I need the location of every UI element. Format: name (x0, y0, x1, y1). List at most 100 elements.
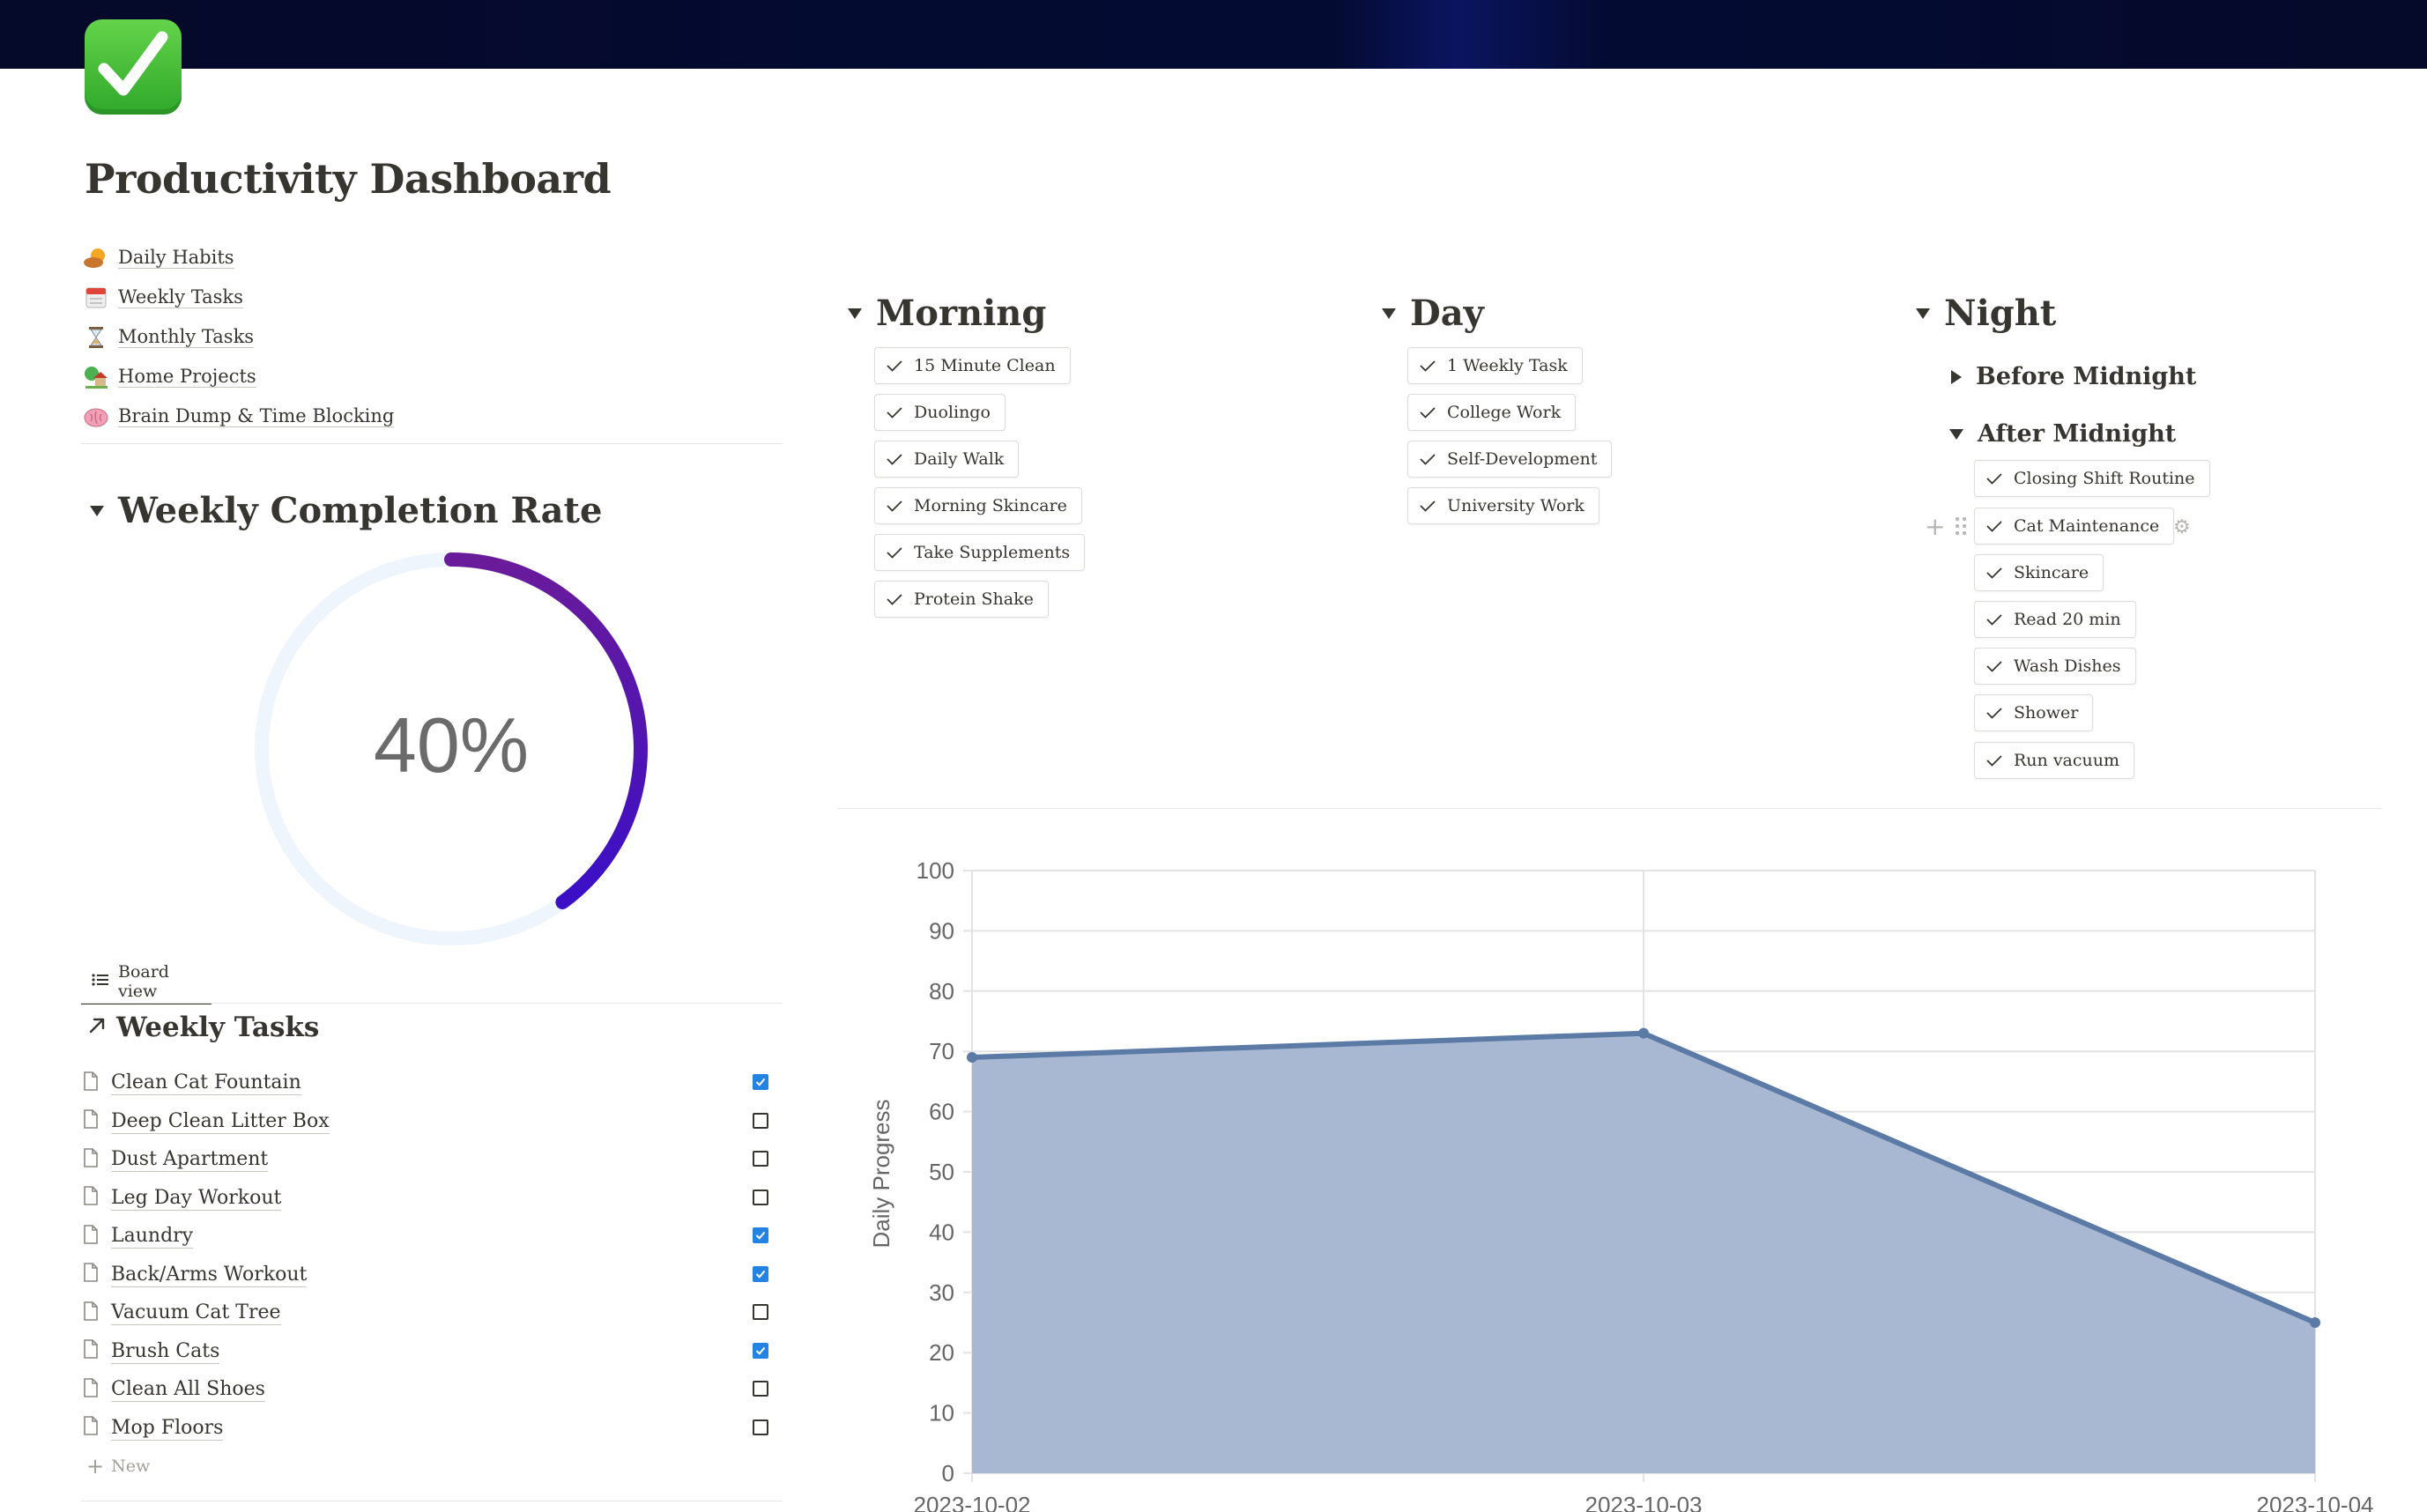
button-label: 1 Weekly Task (1447, 356, 1568, 375)
y-tick-label: 20 (929, 1339, 954, 1366)
habit-button[interactable]: Shower (1974, 694, 2094, 731)
task-checkbox[interactable] (753, 1227, 768, 1243)
button-label: Self-Development (1447, 449, 1598, 469)
list-item[interactable]: Clean Cat Fountain (83, 1064, 779, 1103)
task-name[interactable]: Leg Day Workout (111, 1187, 282, 1211)
task-checkbox[interactable] (753, 1419, 768, 1435)
habit-button[interactable]: Duolingo (874, 394, 1006, 431)
task-name[interactable]: Dust Apartment (111, 1148, 269, 1173)
list-item[interactable]: Back/Arms Workout (83, 1256, 779, 1295)
task-checkbox[interactable] (753, 1112, 768, 1129)
weekly-tasks-link[interactable]: Weekly Tasks (86, 1012, 319, 1043)
plus-icon: + (86, 1454, 105, 1479)
check-icon (1420, 360, 1436, 372)
habit-button[interactable]: University Work (1407, 487, 1599, 524)
task-checkbox[interactable] (753, 1151, 768, 1167)
habit-button[interactable]: Wash Dishes (1974, 648, 2136, 685)
toggle-arrow-icon[interactable] (1949, 428, 1963, 440)
task-name[interactable]: Brush Cats (111, 1340, 220, 1364)
list-item[interactable]: Mop Floors (83, 1410, 779, 1449)
link-home-projects[interactable]: Home Projects (83, 357, 788, 397)
data-point[interactable] (1638, 1027, 1649, 1039)
habit-button[interactable]: College Work (1407, 394, 1577, 431)
task-name[interactable]: Deep Clean Litter Box (111, 1110, 330, 1134)
toggle-arrow-icon[interactable] (1382, 308, 1396, 319)
new-label: New (111, 1456, 151, 1476)
habit-button[interactable]: Run vacuum (1974, 742, 2135, 779)
morning-toggle[interactable]: Morning (848, 293, 1046, 334)
new-task-button[interactable]: + New (86, 1454, 150, 1479)
data-point[interactable] (2310, 1317, 2320, 1328)
list-item[interactable]: Dust Apartment (83, 1141, 779, 1180)
night-toggle[interactable]: Night (1916, 293, 2056, 334)
y-tick-label: 50 (929, 1159, 954, 1185)
task-name[interactable]: Vacuum Cat Tree (111, 1301, 281, 1326)
data-point[interactable] (967, 1052, 977, 1064)
drag-handle-icon[interactable] (1955, 516, 1967, 539)
completion-percentage: 40% (373, 701, 530, 789)
toggle-arrow-icon[interactable] (1916, 308, 1930, 319)
habit-button[interactable]: Take Supplements (874, 534, 1086, 571)
board-view-tab[interactable]: Board view (81, 960, 212, 1004)
task-checkbox[interactable] (753, 1304, 768, 1320)
habit-button[interactable]: 15 Minute Clean (874, 347, 1071, 384)
link-monthly-tasks[interactable]: Monthly Tasks (83, 317, 788, 357)
task-name[interactable]: Mop Floors (111, 1417, 224, 1441)
check-icon (887, 594, 902, 605)
after-midnight-title: After Midnight (1978, 420, 2177, 448)
weekly-task-list: Clean Cat Fountain Deep Clean Litter Box… (83, 1064, 779, 1448)
button-label: Take Supplements (914, 543, 1071, 562)
task-name[interactable]: Back/Arms Workout (111, 1264, 308, 1287)
task-checkbox[interactable] (753, 1189, 768, 1205)
y-axis-label: Daily Progress (868, 1099, 894, 1248)
habit-button[interactable]: Read 20 min (1974, 601, 2136, 638)
task-checkbox[interactable] (753, 1265, 768, 1282)
toggle-arrow-icon[interactable] (1951, 369, 1962, 384)
task-name[interactable]: Clean Cat Fountain (111, 1071, 301, 1096)
day-toggle[interactable]: Day (1382, 293, 1484, 334)
check-mark-button-icon[interactable] (85, 19, 182, 115)
before-midnight-title: Before Midnight (1976, 363, 2197, 390)
link-daily-habits[interactable]: Daily Habits (83, 238, 788, 278)
task-checkbox[interactable] (753, 1342, 768, 1359)
habit-button[interactable]: Self-Development (1407, 441, 1613, 478)
button-label: Morning Skincare (914, 496, 1067, 515)
toggle-arrow-icon[interactable] (90, 505, 104, 516)
area-fill (972, 1033, 2315, 1473)
list-item[interactable]: Brush Cats (83, 1333, 779, 1372)
button-label: Wash Dishes (2014, 656, 2121, 676)
task-name[interactable]: Clean All Shoes (111, 1378, 265, 1403)
habit-button[interactable]: 1 Weekly Task (1407, 347, 1583, 384)
toggle-arrow-icon[interactable] (848, 308, 862, 319)
page-icon (83, 1186, 99, 1211)
gear-icon[interactable]: ⚙ (2173, 516, 2191, 538)
habit-button[interactable]: Closing Shift Routine (1974, 460, 2210, 497)
list-item[interactable]: Clean All Shoes (83, 1371, 779, 1410)
list-item[interactable]: Vacuum Cat Tree (83, 1294, 779, 1333)
link-brain-dump[interactable]: Brain Dump & Time Blocking (83, 397, 788, 436)
page-links: Daily Habits Weekly Tasks Monthly Tasks … (83, 238, 788, 436)
sun-behind-cloud-icon (83, 245, 109, 271)
add-block-plus-icon[interactable]: + (1925, 515, 1945, 539)
list-icon (92, 972, 109, 991)
habit-button[interactable]: Protein Shake (874, 581, 1049, 618)
after-midnight-toggle[interactable]: After Midnight (1949, 420, 2176, 448)
check-icon (1420, 407, 1436, 419)
list-item[interactable]: Leg Day Workout (83, 1180, 779, 1219)
habit-button[interactable]: Daily Walk (874, 441, 1020, 478)
habit-button[interactable]: Morning Skincare (874, 487, 1082, 524)
task-checkbox[interactable] (753, 1381, 768, 1397)
weekly-completion-toggle[interactable]: Weekly Completion Rate (90, 490, 602, 531)
button-label: Cat Maintenance (2014, 516, 2160, 536)
habit-button[interactable]: Skincare (1974, 554, 2104, 591)
link-weekly-tasks[interactable]: Weekly Tasks (83, 278, 788, 317)
before-midnight-toggle[interactable]: Before Midnight (1951, 363, 2196, 390)
y-tick-label: 70 (929, 1038, 954, 1064)
list-item[interactable]: Deep Clean Litter Box (83, 1103, 779, 1142)
task-checkbox[interactable] (753, 1074, 768, 1090)
task-name[interactable]: Laundry (111, 1225, 194, 1249)
page-icon (83, 1147, 99, 1173)
habit-button[interactable]: Cat Maintenance (1974, 508, 2175, 545)
y-tick-label: 80 (929, 978, 954, 1004)
list-item[interactable]: Laundry (83, 1218, 779, 1256)
